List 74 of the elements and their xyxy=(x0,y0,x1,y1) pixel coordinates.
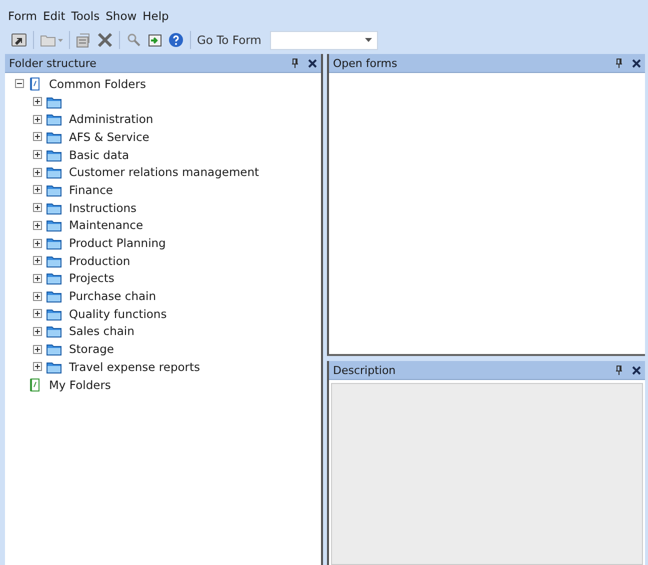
expand-icon[interactable] xyxy=(33,344,42,354)
pin-icon[interactable] xyxy=(615,365,623,375)
tree-item[interactable]: Sales chain xyxy=(69,324,134,338)
expand-icon[interactable] xyxy=(33,326,42,336)
menu-item[interactable]: Edit xyxy=(40,7,68,25)
expand-icon[interactable] xyxy=(33,292,42,301)
tree-item[interactable]: Production xyxy=(69,254,130,268)
pin-icon[interactable] xyxy=(615,58,623,68)
folder-icon xyxy=(46,324,62,338)
expand-icon[interactable] xyxy=(33,132,42,142)
tree-item[interactable]: Finance xyxy=(69,182,113,197)
tree-item[interactable]: Customer relations management xyxy=(69,165,260,180)
menu-item[interactable]: Form xyxy=(5,7,40,25)
folder-icon xyxy=(46,200,62,215)
tree-item[interactable]: Common Folders xyxy=(49,76,146,91)
panel-title: Folder structure xyxy=(9,56,98,70)
folder-icon xyxy=(46,306,62,321)
tree-item[interactable]: Instructions xyxy=(69,200,137,215)
folder-icon xyxy=(46,254,62,268)
collapse-icon[interactable] xyxy=(15,79,24,88)
caret-icon xyxy=(365,38,372,42)
panel-title: Description xyxy=(333,364,397,376)
expand-icon[interactable] xyxy=(33,309,42,318)
go-to-form-label: Go To Form xyxy=(197,33,262,47)
tree-item[interactable]: Product Planning xyxy=(69,236,166,250)
book-icon xyxy=(28,76,42,91)
delete-icon[interactable] xyxy=(97,32,113,48)
expand-icon[interactable] xyxy=(33,220,42,230)
tree-item[interactable]: Purchase chain xyxy=(69,289,156,304)
folder-icon xyxy=(46,94,62,109)
expand-icon[interactable] xyxy=(33,238,42,248)
expand-icon[interactable] xyxy=(33,274,42,283)
search-icon[interactable] xyxy=(126,32,142,48)
tree-item[interactable]: Storage xyxy=(69,342,114,356)
folder-icon xyxy=(46,271,62,286)
expand-icon[interactable] xyxy=(33,185,42,194)
close-icon[interactable] xyxy=(308,58,317,68)
tree-item[interactable]: AFS & Service xyxy=(69,130,150,144)
caret-icon xyxy=(58,38,63,42)
tree-item[interactable]: Quality functions xyxy=(69,306,167,321)
tree-item[interactable]: Travel expense reports xyxy=(69,360,200,374)
folder-icon xyxy=(46,218,62,232)
folder-icon xyxy=(46,148,62,162)
expand-icon[interactable] xyxy=(33,362,42,372)
folder-icon xyxy=(46,112,62,126)
expand-icon[interactable] xyxy=(33,150,42,160)
tree-item[interactable]: My Folders xyxy=(49,378,111,392)
panel-title: Open forms xyxy=(333,56,398,70)
tree-item[interactable]: Basic data xyxy=(69,148,130,162)
expand-icon[interactable] xyxy=(33,97,42,106)
folder-icon xyxy=(46,289,62,304)
expand-icon[interactable] xyxy=(33,203,42,212)
menu-item[interactable]: Show xyxy=(102,7,140,25)
menu-item[interactable]: Tools xyxy=(68,7,103,25)
tree-item[interactable]: Maintenance xyxy=(69,218,144,232)
expand-icon[interactable] xyxy=(33,256,42,266)
tree-item[interactable]: Projects xyxy=(69,271,114,286)
import-icon[interactable] xyxy=(147,32,163,48)
properties-icon[interactable] xyxy=(76,32,92,48)
folder-icon xyxy=(46,130,62,144)
close-icon[interactable] xyxy=(632,366,641,374)
folder-icon xyxy=(46,360,62,374)
folder-icon xyxy=(46,182,62,197)
folder-icon xyxy=(46,236,62,250)
expand-icon[interactable] xyxy=(33,114,42,124)
folder-icon xyxy=(46,342,62,356)
close-icon[interactable] xyxy=(632,58,641,68)
folder-icon xyxy=(46,165,62,180)
help-icon[interactable] xyxy=(168,32,184,48)
expand-icon[interactable] xyxy=(33,168,42,177)
menu-item[interactable]: Help xyxy=(140,7,172,25)
book-icon xyxy=(28,378,42,392)
pin-icon[interactable] xyxy=(291,58,299,68)
tree-item[interactable]: Administration xyxy=(69,112,154,126)
